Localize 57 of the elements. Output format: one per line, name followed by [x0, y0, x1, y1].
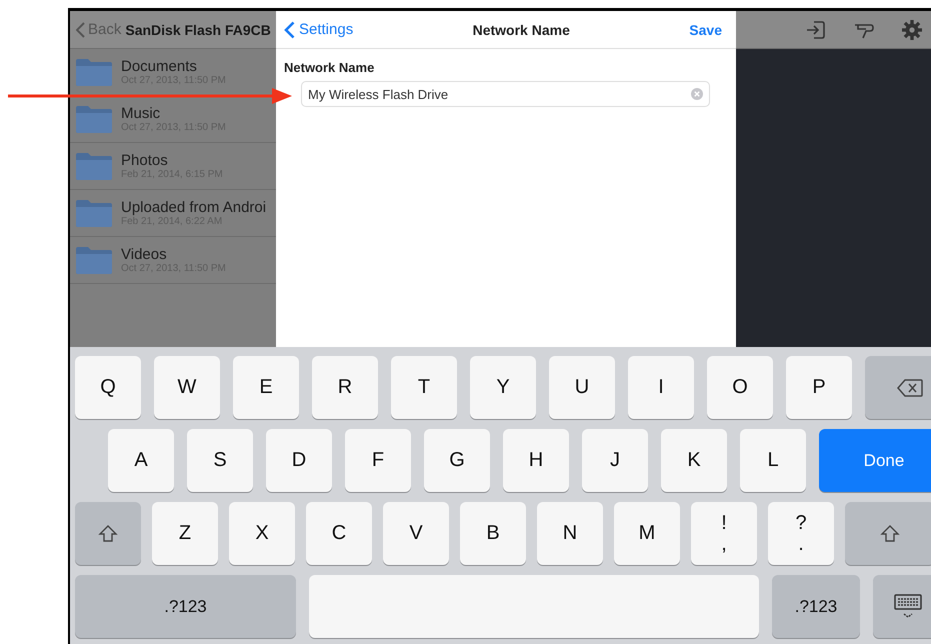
key[interactable]: H — [503, 429, 569, 492]
key[interactable]: U — [549, 356, 615, 419]
shift-icon — [98, 524, 118, 544]
folder-name: Uploaded from Androi — [121, 199, 266, 216]
key[interactable]: S — [187, 429, 253, 492]
settings-back-button[interactable]: Settings — [284, 20, 354, 38]
key[interactable]: M — [614, 502, 680, 565]
key[interactable]: N — [537, 502, 603, 565]
key[interactable]: Q — [75, 356, 141, 419]
key[interactable]: Z — [152, 502, 218, 565]
folder-icon — [75, 104, 113, 134]
folder-name: Music — [121, 105, 162, 122]
key[interactable]: V — [383, 502, 449, 565]
keyboard-icon — [893, 592, 923, 620]
key[interactable]: J — [582, 429, 648, 492]
key[interactable]: X — [229, 502, 295, 565]
key[interactable]: I — [628, 356, 694, 419]
symbols-key[interactable]: .?123 — [75, 575, 296, 638]
folder-icon — [75, 198, 113, 228]
section-label: Network Name — [284, 60, 376, 75]
chevron-icon — [76, 22, 85, 38]
shift-icon — [880, 524, 900, 544]
key[interactable]: P — [786, 356, 852, 419]
key[interactable]: O — [707, 356, 773, 419]
folder-icon — [75, 151, 113, 181]
key[interactable]: Y — [470, 356, 536, 419]
key[interactable]: A — [108, 429, 174, 492]
key[interactable]: F — [345, 429, 411, 492]
drive-title: SanDisk Flash FA9CB — [125, 22, 271, 38]
key[interactable]: D — [266, 429, 332, 492]
key[interactable]: T — [391, 356, 457, 419]
import-icon[interactable] — [805, 18, 827, 40]
key[interactable]: K — [661, 429, 727, 492]
key[interactable]: G — [424, 429, 490, 492]
backspace-icon — [896, 378, 924, 398]
folder-name: Photos — [121, 152, 169, 169]
folder-name: Videos — [121, 246, 168, 263]
sheet-title: Network Name — [472, 22, 570, 38]
folder-icon — [75, 245, 113, 275]
key[interactable]: W — [154, 356, 220, 419]
key[interactable]: R — [312, 356, 378, 419]
backspace-key[interactable] — [865, 356, 931, 419]
save-button[interactable]: Save — [689, 22, 722, 38]
key[interactable]: ! , — [691, 502, 757, 565]
folder-name: Documents — [121, 58, 198, 75]
key[interactable]: E — [233, 356, 299, 419]
key[interactable]: ? . — [768, 502, 834, 565]
key[interactable]: C — [306, 502, 372, 565]
symbols-key[interactable]: .?123 — [772, 575, 860, 638]
done-key[interactable]: Done — [819, 429, 931, 492]
network-name-field[interactable]: My Wireless Flash Drive — [301, 81, 710, 107]
folder-icon — [75, 57, 113, 87]
hide-keyboard-key[interactable] — [873, 575, 931, 638]
key[interactable]: B — [460, 502, 526, 565]
key[interactable]: L — [740, 429, 806, 492]
settings-icon[interactable] — [901, 18, 923, 40]
chevron-icon — [284, 20, 295, 38]
